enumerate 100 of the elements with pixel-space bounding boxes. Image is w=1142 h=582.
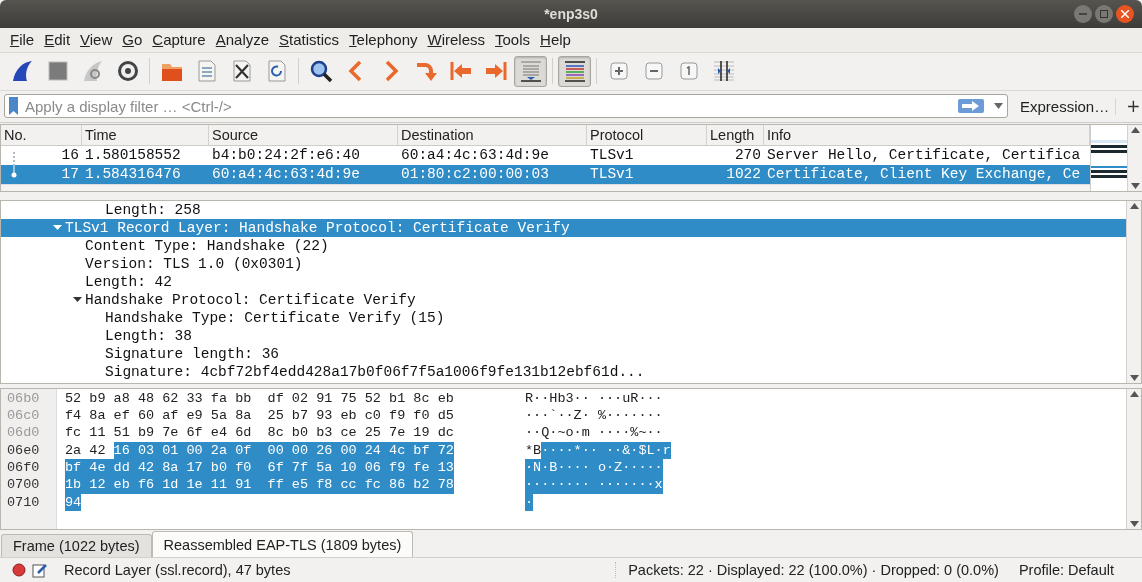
hex-bytes: fc 11 51 b9 7e 6f e4 6d 8c b0 b3 ce 25 7e 19 dc xyxy=(65,424,454,442)
minimize-icon xyxy=(1079,10,1087,18)
colored-lines-icon xyxy=(562,59,587,84)
byte-tab[interactable]: Frame (1022 bytes) xyxy=(1,534,152,558)
table-cell-text: 1022 xyxy=(725,164,762,184)
menu-item[interactable]: Help xyxy=(535,31,576,49)
selected-ascii-bytes: ····*·· ··&·$L·r xyxy=(541,441,671,459)
byte-tab[interactable]: Reassembled EAP-TLS (1809 bytes) xyxy=(151,531,414,558)
scroll-up-icon[interactable] xyxy=(1130,126,1140,133)
hex-bytes: 52 b9 a8 48 62 33 fa bb df 02 91 75 52 b1 8c eb xyxy=(65,389,454,408)
search-icon xyxy=(308,59,333,84)
minimap-lines-icon xyxy=(1091,137,1127,178)
byte-offset: 06d0 xyxy=(6,424,41,442)
status-text: Record Layer (ssl.record), 47 bytes xyxy=(64,562,291,579)
tree-row[interactable]: Handshake Type: Certificate Verify (15) xyxy=(1,308,1126,327)
byte-offset: 06e0 xyxy=(6,441,41,459)
ascii-bytes: ···`··Z· %······· xyxy=(525,407,663,425)
column-header[interactable]: Protocol xyxy=(587,124,707,145)
vertical-scrollbar[interactable] xyxy=(1127,124,1142,191)
tree-row[interactable]: Signature: 4cbf72bf4edd428a17b0f06f7f5a1006f9fe131b12ebf61d... xyxy=(1,362,1126,381)
menu-item[interactable]: Analyze xyxy=(210,31,275,49)
tree-row[interactable]: Content Type: Handshake (22) xyxy=(1,236,1126,255)
tree-row[interactable]: Length: 38 xyxy=(1,326,1126,345)
selected-ascii-bytes: · xyxy=(525,493,534,511)
selected-hex-bytes: 1b 12 eb f6 1d 1e 11 91 ff e5 f8 cc fc 86 b2 78 xyxy=(65,476,454,494)
menu-item[interactable]: Telephony xyxy=(344,31,423,49)
table-cell-text: 1.580158552 xyxy=(84,145,182,165)
ascii-bytes: *B xyxy=(525,441,542,459)
scroll-up-icon[interactable] xyxy=(1129,390,1139,397)
selected-ascii-bytes: ·N·B···· o·Z····· xyxy=(525,458,663,477)
display-filter-field[interactable]: Apply a display filter … <Ctrl-/> xyxy=(4,94,1008,119)
autoscroll-lines-icon xyxy=(518,59,543,84)
stop-icon xyxy=(45,59,70,84)
table-cell: 16 xyxy=(61,145,79,165)
menu-item[interactable]: Tools xyxy=(490,31,536,49)
table-cell-text: Server Hello, Certificate, Certifica xyxy=(766,145,1082,165)
tree-row[interactable]: Length: 258 xyxy=(1,200,1126,219)
scroll-up-icon[interactable] xyxy=(1129,202,1139,209)
table-cell-text: 1.584316476 xyxy=(84,164,182,184)
menu-item[interactable]: Wireless xyxy=(422,31,491,49)
dropdown-caret-icon[interactable] xyxy=(994,103,1003,110)
table-cell-text: Certificate, Client Key Exchange, Ce xyxy=(766,164,1082,184)
tree-row[interactable]: TLSv1 Record Layer: Handshake Protocol: Certificate Verify xyxy=(1,218,1126,237)
table-cell-text: 270 xyxy=(733,145,762,165)
tree-row[interactable]: Handshake Protocol: Certificate Verify xyxy=(1,290,1126,309)
tree-row[interactable]: Version: TLS 1.0 (0x0301) xyxy=(1,254,1126,273)
table-cell-text: TLSv1 xyxy=(589,145,635,165)
window-title: *enp3s0 xyxy=(544,5,598,22)
byte-offset: 0710 xyxy=(6,493,41,511)
expert-info-icon[interactable] xyxy=(12,563,26,578)
add-button[interactable]: + xyxy=(1122,96,1142,117)
display-filter-input[interactable]: Apply a display filter … <Ctrl-/> xyxy=(25,97,954,115)
hex-bytes: 2a 42 xyxy=(65,441,107,459)
byte-offset: 0700 xyxy=(6,476,41,494)
vertical-scrollbar[interactable] xyxy=(1126,200,1141,383)
byte-offset: 06c0 xyxy=(6,407,41,425)
selected-ascii-bytes: ········ ·······x xyxy=(525,476,663,494)
scroll-down-icon[interactable] xyxy=(1130,182,1140,189)
column-resize-icon xyxy=(711,59,736,84)
close-icon xyxy=(1121,10,1129,18)
column-header[interactable]: Destination xyxy=(398,124,587,145)
table-cell-text: b4:b0:24:2f:e6:40 xyxy=(211,145,361,165)
hex-bytes: f4 8a ef 60 af e9 5a 8a 25 b7 93 eb c0 f9 f0 d5 xyxy=(65,407,454,425)
table-cell: 17 xyxy=(61,164,79,184)
tree-row[interactable]: Length: 42 xyxy=(1,272,1126,291)
comment-edit-icon[interactable] xyxy=(32,562,48,579)
column-header[interactable]: Time xyxy=(82,124,209,145)
selected-hex-bytes: 16 03 01 00 2a 0f 00 00 26 00 24 4c bf 72 xyxy=(113,441,454,459)
expression-button[interactable]: Expression… xyxy=(1014,97,1117,115)
bookmark-icon[interactable] xyxy=(7,96,21,117)
byte-offset: 06b0 xyxy=(6,389,41,408)
scroll-down-icon[interactable] xyxy=(1129,374,1139,381)
expand-arrow-icon[interactable] xyxy=(72,295,82,304)
vertical-scrollbar[interactable] xyxy=(1126,388,1141,530)
menu-item[interactable]: Go xyxy=(117,31,148,49)
scroll-down-icon[interactable] xyxy=(1129,521,1139,528)
table-cell-text: 60:a4:4c:63:4d:9e xyxy=(211,164,361,184)
toolbar-button[interactable] xyxy=(558,55,591,87)
column-header[interactable]: Length xyxy=(707,124,764,145)
column-header[interactable]: Info xyxy=(764,124,1090,145)
byte-offset: 06f0 xyxy=(6,458,41,477)
menu-item[interactable]: View xyxy=(75,31,118,49)
close-button[interactable] xyxy=(1116,5,1134,23)
menu-item[interactable]: Edit xyxy=(39,31,76,49)
packet-counts: Packets: 22 · Displayed: 22 (100.0%) · Dropped: 0 (0.0%) xyxy=(615,562,999,579)
table-cell-text: TLSv1 xyxy=(589,164,635,184)
ascii-bytes: ··Q·~o·m ····%~·· xyxy=(525,424,663,442)
menu-item[interactable]: File xyxy=(5,31,40,49)
toolbar-button[interactable] xyxy=(514,55,547,87)
selected-hex-bytes: bf 4e dd 42 8a 17 b0 f0 6f 7f 5a 10 06 f9 fe 13 xyxy=(65,458,454,477)
shark-fin-icon xyxy=(10,59,35,84)
menu-item[interactable]: Capture xyxy=(147,31,211,49)
column-header[interactable]: No. xyxy=(1,124,82,145)
ascii-bytes: R··Hb3·· ···uR··· xyxy=(525,389,663,408)
menu-item[interactable]: Statistics xyxy=(274,31,345,49)
column-header[interactable]: Source xyxy=(209,124,398,145)
table-cell-text: 60:a4:4c:63:4d:9e xyxy=(400,145,550,165)
table-cell-text: 01:80:c2:00:00:03 xyxy=(400,164,550,184)
tree-row[interactable]: Signature length: 36 xyxy=(1,344,1126,363)
profile-label[interactable]: Profile: Default xyxy=(1018,562,1114,579)
